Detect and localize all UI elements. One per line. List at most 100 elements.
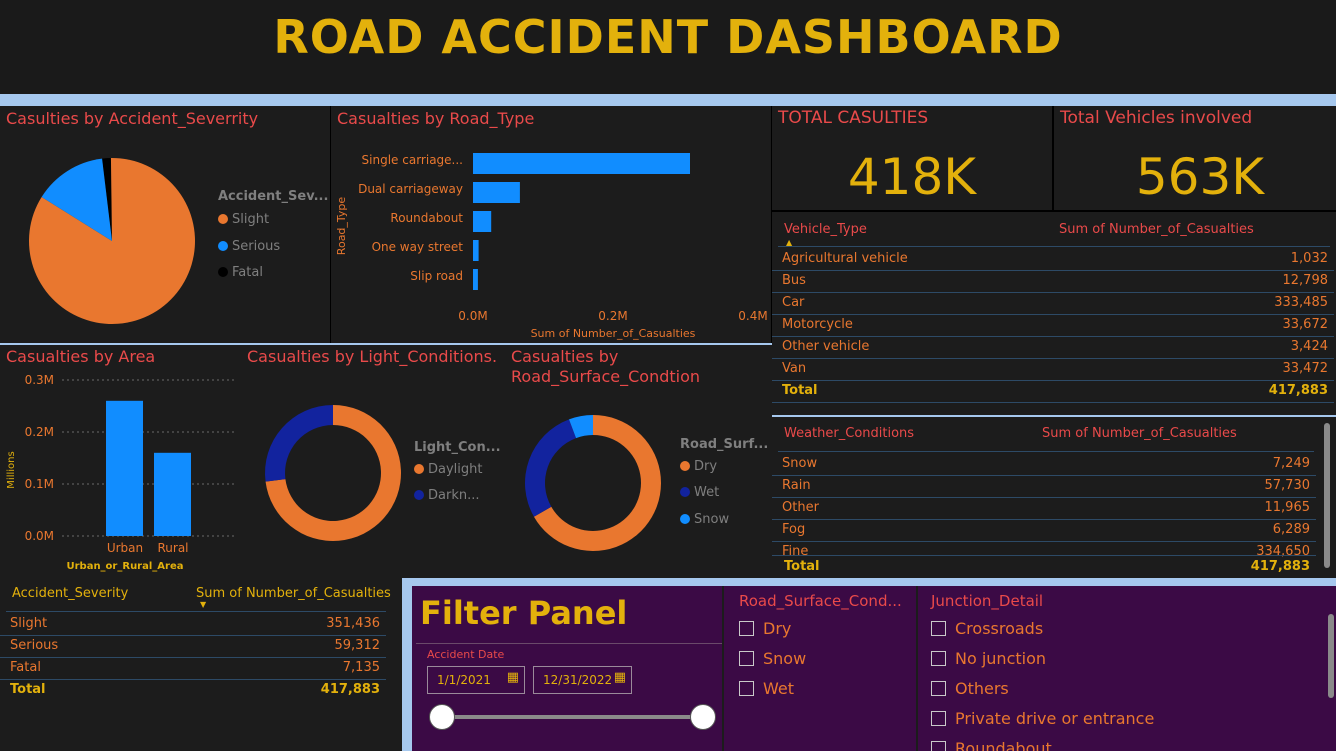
column-header[interactable]: Sum of Number_of_Casualties	[1042, 426, 1237, 441]
area-chart: Millions 0.3M 0.2M 0.1M 0.0M Urban Rural Urb…	[6, 373, 236, 572]
legend-title: Light_Con...	[414, 440, 501, 455]
checkbox-label: Others	[955, 679, 1009, 698]
table-row: Slight 351,436	[0, 613, 386, 636]
category-label: Roundabout	[390, 211, 463, 225]
checkbox[interactable]	[739, 621, 754, 636]
bar[interactable]	[473, 240, 479, 261]
column-header[interactable]: Sum of Number_of_Casualties	[1059, 222, 1254, 237]
end-date-input[interactable]: 12/31/2022 ▦	[533, 666, 632, 694]
filter-panel: Filter Panel Accident Date 1/1/2021 ▦ 12…	[412, 586, 1336, 751]
column-header[interactable]: Accident_Severity	[12, 586, 128, 601]
column-header[interactable]: Vehicle_Type	[784, 222, 867, 237]
kpi-title: Total Vehicles involved	[1060, 108, 1253, 128]
checkbox-label: Snow	[763, 649, 807, 668]
scrollbar[interactable]	[1328, 614, 1334, 698]
legend-daylight: Daylight	[414, 462, 482, 477]
tick-label: 0.0M	[25, 529, 54, 543]
severity-pie-panel: Casulties by Accident_Severrity Accident…	[0, 106, 330, 343]
bar[interactable]	[473, 182, 520, 203]
light-donut	[265, 405, 401, 541]
start-date-input[interactable]: 1/1/2021 ▦	[427, 666, 525, 694]
surface-donut	[525, 415, 661, 551]
date-label: Accident Date	[427, 648, 505, 661]
column-header[interactable]: Sum of Number_of_Casualties	[196, 586, 391, 601]
legend-serious: Serious	[218, 239, 280, 254]
bar[interactable]	[154, 452, 191, 536]
legend-wet: Wet	[680, 485, 719, 500]
slider-handle-start[interactable]	[429, 704, 455, 730]
kpi-value: 418K	[847, 148, 977, 206]
panel-title: Casulties by Accident_Severrity	[6, 109, 259, 128]
checkbox-option[interactable]: No junction	[931, 649, 1311, 674]
date-slider-track[interactable]	[442, 715, 702, 719]
kpi-total-vehicles: Total Vehicles involved 563K	[1054, 106, 1336, 210]
table-row: Fog 6,289	[772, 519, 1316, 542]
bar[interactable]	[473, 211, 492, 232]
slice-wet[interactable]	[525, 419, 577, 517]
category-label: Urban	[107, 541, 143, 555]
table-row: Serious 59,312	[0, 635, 386, 658]
legend-slight: Slight	[218, 212, 269, 227]
bar[interactable]	[473, 153, 690, 174]
checkbox[interactable]	[739, 651, 754, 666]
surface-filter-title: Road_Surface_Cond...	[739, 592, 902, 610]
category-label: Single carriage...	[362, 153, 463, 167]
tick-label: 0.1M	[25, 477, 54, 491]
bar[interactable]	[106, 400, 143, 536]
kpi-title: TOTAL CASULTIES	[778, 108, 929, 128]
table-row: Other 11,965	[772, 497, 1316, 520]
table-row: Car 333,485	[772, 292, 1334, 315]
sort-icon: ▼	[200, 600, 207, 609]
checkbox-label: Roundabout	[955, 739, 1052, 751]
checkbox-label: Dry	[763, 619, 792, 638]
junction-filter-title: Junction_Detail	[931, 592, 1044, 610]
kpi-total-casualties: TOTAL CASULTIES 418K	[772, 106, 1052, 210]
severity-pie	[28, 158, 196, 324]
bar[interactable]	[473, 269, 478, 290]
panel-title: Casualties by Area	[6, 347, 156, 366]
table-row: Agricultural vehicle 1,032	[772, 248, 1334, 271]
severity-table: Accident_Severity Sum of Number_of_Casua…	[0, 578, 402, 751]
tick-label: 0.4M	[738, 309, 767, 323]
checkbox[interactable]	[931, 621, 946, 636]
table-row: Bus 12,798	[772, 270, 1334, 293]
checkbox-option[interactable]: Crossroads	[931, 620, 1311, 644]
column-header[interactable]: Weather_Conditions	[784, 426, 914, 441]
tick-label: 0.3M	[25, 373, 54, 387]
kpi-value: 563K	[1135, 148, 1265, 206]
table-row: Van 33,472	[772, 358, 1334, 381]
checkbox-option[interactable]: Roundabout	[931, 739, 1311, 751]
checkbox-option[interactable]: Private drive or entrance	[931, 709, 1311, 734]
category-label: Rural	[157, 541, 188, 555]
table-row: Motorcycle 33,672	[772, 314, 1334, 337]
checkbox-option[interactable]: Snow	[739, 649, 909, 674]
panel-title: Casualties by Light_Conditions.	[247, 347, 498, 366]
road-type-chart: Road_Type Single carriage... Dual carriag…	[335, 153, 768, 340]
category-label: Dual carriageway	[358, 182, 463, 196]
calendar-icon[interactable]: ▦	[507, 670, 519, 685]
checkbox-option[interactable]: Dry	[739, 619, 909, 644]
slice-darkness[interactable]	[265, 405, 333, 482]
total-row: Total 417,883	[772, 555, 1316, 578]
checkbox[interactable]	[931, 681, 946, 696]
divider	[0, 94, 1336, 106]
checkbox[interactable]	[931, 741, 946, 751]
category-label: Slip road	[410, 269, 463, 283]
legend-title: Road_Surf...	[680, 437, 769, 452]
scrollbar[interactable]	[1324, 423, 1330, 568]
calendar-icon[interactable]: ▦	[614, 670, 626, 685]
checkbox[interactable]	[739, 681, 754, 696]
legend-darkness: Darkn...	[414, 488, 480, 503]
vehicle-table: Vehicle_Type ▲ Sum of Number_of_Casualti…	[772, 212, 1336, 415]
checkbox-option[interactable]: Others	[931, 679, 1311, 704]
total-row: Total 417,883	[10, 682, 380, 697]
table-row: Snow 7,249	[772, 453, 1316, 476]
x-axis-label: Sum of Number_of_Casualties	[531, 327, 696, 340]
checkbox[interactable]	[931, 651, 946, 666]
legend-snow: Snow	[680, 512, 729, 527]
slider-handle-end[interactable]	[690, 704, 716, 730]
panel-title: Casualties by Road_Surface_Condtion	[511, 347, 701, 386]
tick-label: 0.0M	[458, 309, 487, 323]
checkbox[interactable]	[931, 711, 946, 726]
checkbox-option[interactable]: Wet	[739, 679, 909, 704]
